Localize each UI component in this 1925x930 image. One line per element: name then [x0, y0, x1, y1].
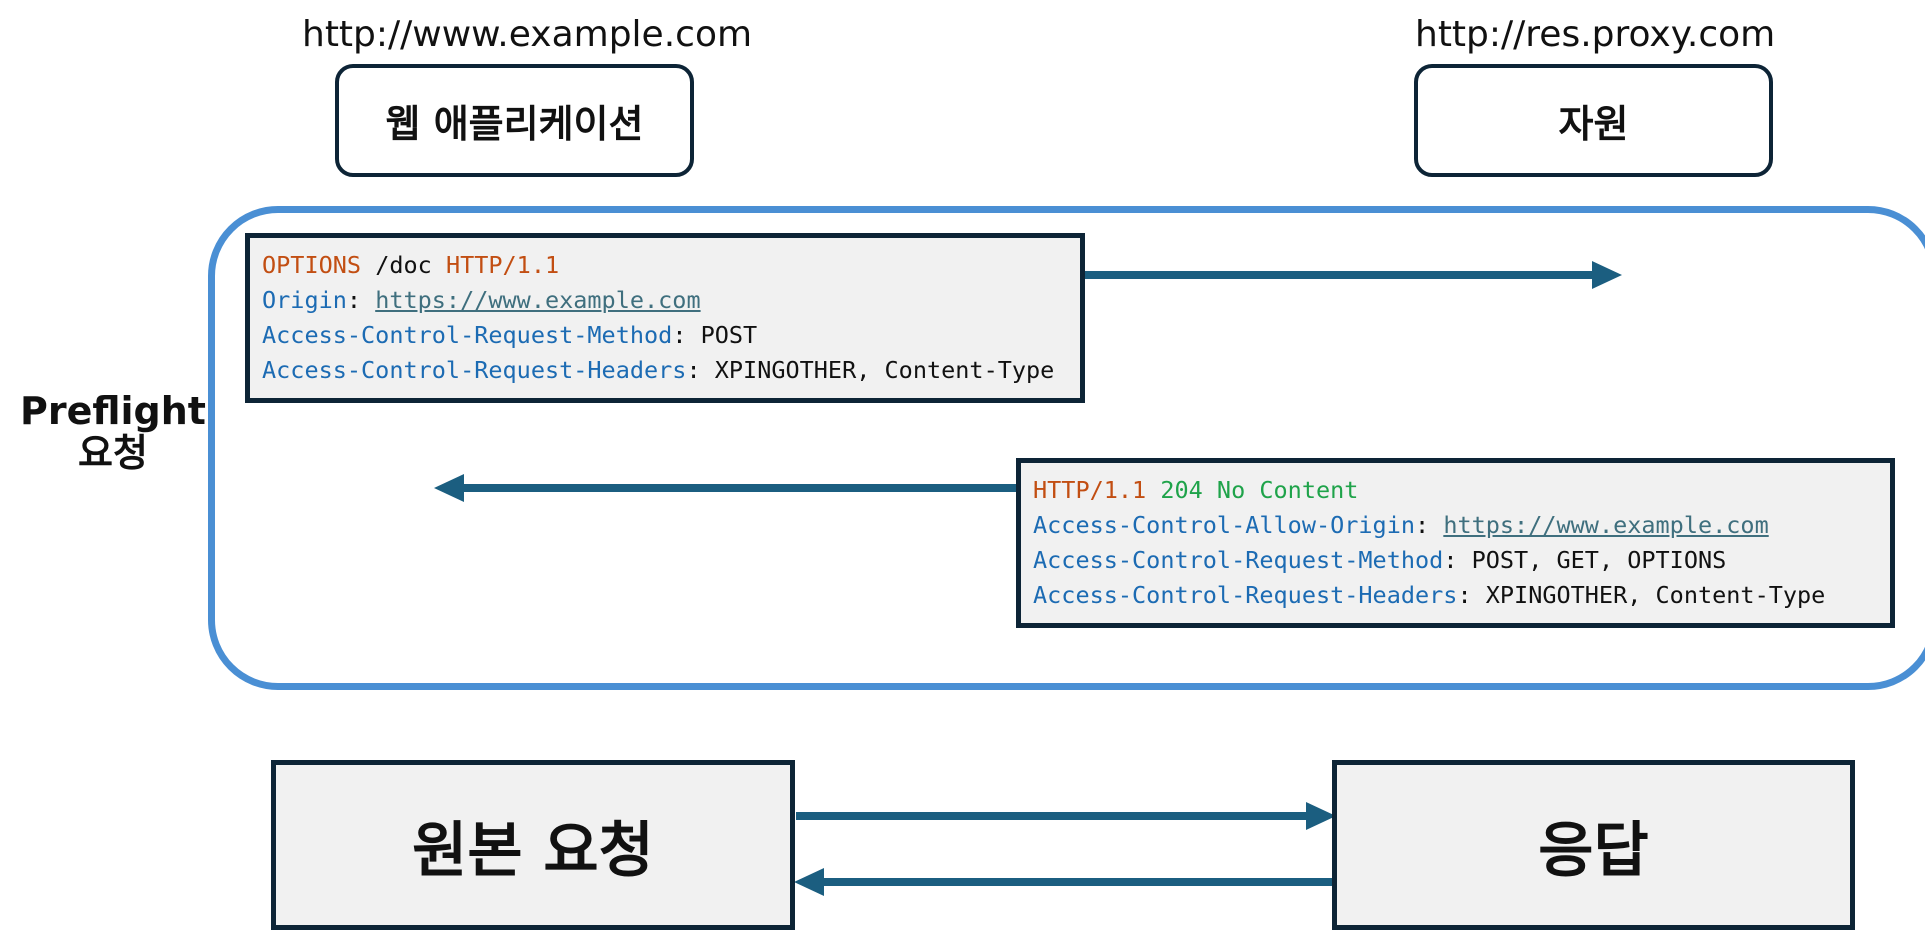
origin-link[interactable]: https://www.example.com: [375, 286, 700, 314]
response-method-header: Access-Control-Request-Method: POST, GET…: [1033, 543, 1890, 578]
response-headers-separator: :: [1457, 581, 1486, 609]
request-headers-key: Access-Control-Request-Headers: [262, 356, 687, 384]
response-label: 응답: [1538, 815, 1649, 886]
request-method: OPTIONS: [262, 251, 362, 279]
preflight-response-arrow: [434, 474, 1018, 502]
request-headers-header: Access-Control-Request-Headers: XPINGOTH…: [262, 353, 1080, 388]
response-headers-value: XPINGOTHER, Content-Type: [1485, 581, 1826, 609]
request-headers-value: XPINGOTHER, Content-Type: [714, 356, 1055, 384]
response-headers-key: Access-Control-Request-Headers: [1033, 581, 1458, 609]
origin-header: Origin: https://www.example.com: [262, 283, 1080, 318]
request-version: HTTP/1.1: [445, 251, 560, 279]
origin-key: Origin: [262, 286, 347, 314]
preflight-request-box: OPTIONS /doc HTTP/1.1 Origin: https://ww…: [245, 233, 1085, 403]
request-method-key: Access-Control-Request-Method: [262, 321, 673, 349]
request-headers-separator: :: [686, 356, 715, 384]
request-method-header: Access-Control-Request-Method: POST: [262, 318, 1080, 353]
main-request-arrow: [796, 802, 1336, 830]
original-request-box: 원본 요청: [271, 760, 795, 930]
response-method-key: Access-Control-Request-Method: [1033, 546, 1444, 574]
request-method-separator: :: [672, 321, 701, 349]
request-path: /doc: [361, 251, 446, 279]
response-headers-header: Access-Control-Request-Headers: XPINGOTH…: [1033, 578, 1890, 613]
request-line: OPTIONS /doc HTTP/1.1: [262, 248, 1080, 283]
origin-separator: :: [346, 286, 376, 314]
preflight-response-box: HTTP/1.1 204 No Content Access-Control-A…: [1016, 458, 1895, 628]
request-method-value: POST: [700, 321, 758, 349]
response-box: 응답: [1332, 760, 1855, 930]
status-line: HTTP/1.1 204 No Content: [1033, 473, 1890, 508]
allow-origin-header: Access-Control-Allow-Origin: https://www…: [1033, 508, 1890, 543]
original-request-label: 원본 요청: [412, 815, 654, 886]
response-status: 204 No Content: [1146, 476, 1359, 504]
allow-origin-link[interactable]: https://www.example.com: [1443, 511, 1768, 539]
main-response-arrow: [794, 868, 1334, 896]
allow-origin-separator: :: [1415, 511, 1444, 539]
preflight-request-arrow: [1082, 261, 1622, 289]
response-method-separator: :: [1443, 546, 1472, 574]
response-version: HTTP/1.1: [1033, 476, 1147, 504]
allow-origin-key: Access-Control-Allow-Origin: [1033, 511, 1416, 539]
response-method-value: POST, GET, OPTIONS: [1471, 546, 1727, 574]
